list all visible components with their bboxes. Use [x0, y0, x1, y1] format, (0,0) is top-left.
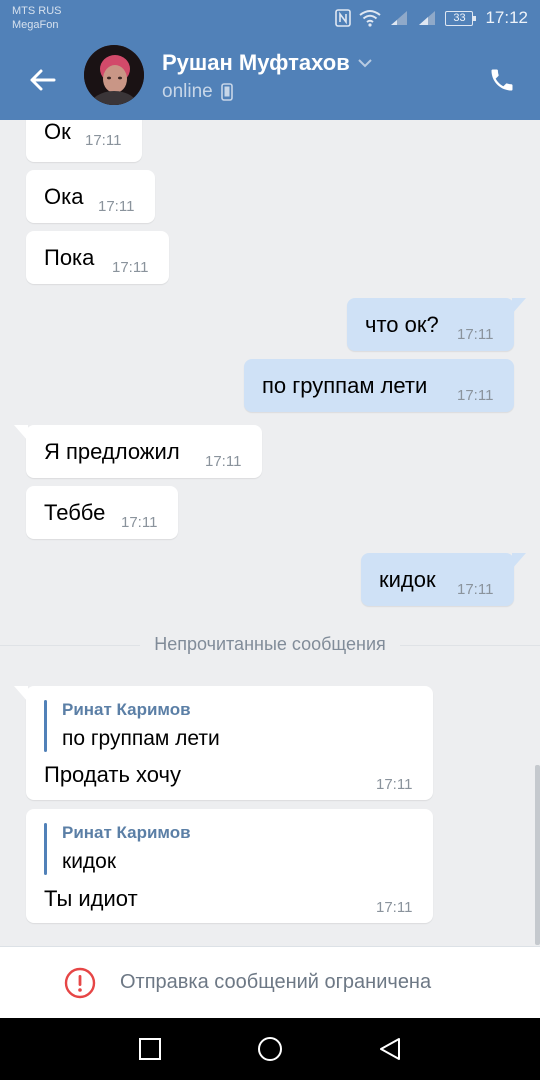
nfc-icon: [335, 9, 352, 27]
message-list[interactable]: Ок 17:11 Ока 17:11 Пока 17:11 что ок? 17…: [0, 120, 540, 946]
message-incoming[interactable]: Ок 17:11: [26, 120, 142, 162]
avatar[interactable]: [84, 45, 144, 105]
nav-home-icon: [258, 1037, 282, 1061]
message-time: 17:11: [457, 387, 494, 404]
wifi-icon: [359, 10, 382, 27]
restricted-text: Отправка сообщений ограничена: [120, 971, 432, 993]
message-text: Ты идиот: [44, 886, 138, 911]
peer-status-text: online: [162, 81, 213, 102]
unread-label: Непрочитанные сообщения: [140, 634, 400, 654]
avatar-image: [84, 45, 144, 105]
nav-recents-button[interactable]: [133, 1032, 167, 1066]
message-outgoing[interactable]: что ок? 17:11: [347, 298, 526, 351]
message-text: Ок: [44, 120, 71, 144]
message-text: по группам лети: [262, 373, 428, 398]
message-text: Ока: [44, 184, 84, 209]
nav-recents-icon: [139, 1038, 161, 1060]
message-text: Продать хочу: [44, 762, 182, 787]
message-time: 17:11: [121, 514, 158, 531]
peer-status: online: [162, 81, 233, 103]
message-text: что ок?: [365, 312, 439, 337]
quote-bar: [44, 700, 47, 752]
battery-level: 33: [453, 11, 466, 24]
message-time: 17:11: [205, 453, 242, 470]
scrollbar[interactable]: [535, 765, 540, 945]
message-incoming[interactable]: Теббе 17:11: [26, 486, 178, 539]
message-outgoing[interactable]: по группам лети 17:11: [244, 359, 514, 412]
nav-back-button[interactable]: [373, 1032, 407, 1066]
peer-name[interactable]: Рушан Муфтахов: [162, 50, 372, 76]
call-button[interactable]: [482, 60, 522, 100]
clock: 17:12: [485, 8, 528, 27]
message-incoming[interactable]: Я предложил 17:11: [14, 425, 262, 478]
forward-author[interactable]: Ринат Каримов: [62, 700, 191, 720]
nav-back-icon: [380, 1038, 400, 1060]
message-incoming[interactable]: Ока 17:11: [26, 170, 155, 223]
message-text: кидок: [379, 567, 436, 592]
carrier-info: MTS RUS MegaFon: [12, 4, 62, 32]
back-arrow-icon: [30, 69, 56, 91]
chevron-down-icon: [358, 59, 372, 68]
message-time: 17:11: [112, 259, 149, 276]
forward-author[interactable]: Ринат Каримов: [62, 823, 191, 843]
peer-name-text: Рушан Муфтахов: [162, 50, 350, 75]
message-time: 17:11: [457, 581, 494, 598]
message-forwarded[interactable]: Ринат Каримов по группам лети Продать хо…: [14, 686, 433, 800]
message-incoming[interactable]: Пока 17:11: [26, 231, 169, 284]
unread-divider: Непрочитанные сообщения: [0, 634, 540, 656]
signal-2-icon: [419, 11, 436, 25]
quote-bar: [44, 823, 47, 875]
status-bar: MTS RUS MegaFon 33 17:12: [0, 0, 540, 38]
status-icons: 33 17:12: [335, 6, 528, 30]
forward-quote: по группам лети: [62, 727, 220, 750]
system-nav-bar: [0, 1018, 540, 1080]
message-time: 17:11: [98, 198, 135, 215]
messaging-restricted-bar: Отправка сообщений ограничена: [0, 946, 540, 1018]
carrier-1: MTS RUS: [12, 5, 62, 17]
message-time: 17:11: [376, 899, 413, 916]
signal-1-icon: [391, 11, 408, 25]
message-time: 17:11: [85, 132, 122, 149]
chat-header: Рушан Муфтахов online: [0, 38, 540, 120]
carrier-2: MegaFon: [12, 19, 59, 31]
back-button[interactable]: [22, 60, 62, 100]
nav-home-button[interactable]: [253, 1032, 287, 1066]
message-outgoing[interactable]: кидок 17:11: [361, 553, 526, 606]
call-icon: [491, 69, 513, 91]
alert-circle-icon: [64, 967, 96, 999]
message-forwarded[interactable]: Ринат Каримов кидок Ты идиот 17:11: [26, 809, 433, 923]
battery-indicator: 33: [445, 10, 477, 26]
message-text: Теббе: [44, 500, 106, 525]
message-time: 17:11: [457, 326, 494, 343]
message-text: Пока: [44, 245, 95, 270]
message-time: 17:11: [376, 776, 413, 793]
phone-mobile-icon: [220, 83, 233, 101]
message-text: Я предложил: [44, 439, 180, 464]
forward-quote: кидок: [62, 850, 117, 873]
